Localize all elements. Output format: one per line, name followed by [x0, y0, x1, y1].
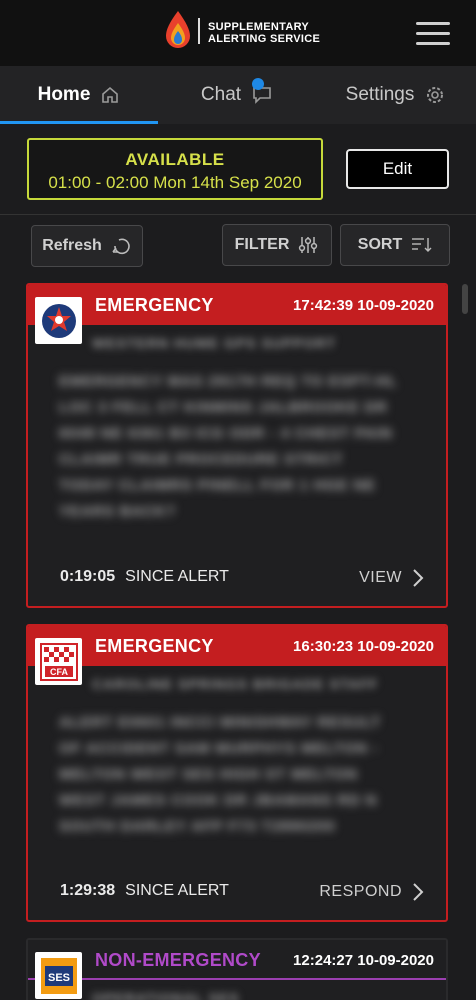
logo-divider	[198, 18, 200, 44]
filter-label: FILTER	[234, 236, 290, 253]
app-header: SUPPLEMENTARY ALERTING SERVICE	[0, 0, 476, 66]
brand-line-2: ALERTING SERVICE	[208, 33, 321, 45]
brand-line-1: SUPPLEMENTARY	[208, 21, 310, 33]
sort-button[interactable]: SORT	[340, 224, 450, 266]
ses-badge-text: SES	[47, 972, 69, 984]
tab-settings-label: Settings	[345, 84, 415, 105]
since-alert-time: 1:29:38	[60, 882, 116, 899]
since-alert: 1:29:38 SINCE ALERT	[60, 882, 229, 900]
alert-card[interactable]: SES NON-EMERGENCY 12:24:27 10-09-2020 OP…	[26, 938, 448, 1000]
availability-status-box: AVAILABLE 01:00 - 02:00 Mon 14th Sep 202…	[27, 138, 323, 200]
tab-bar: Home Chat Settings	[0, 66, 476, 124]
alert-timestamp: 12:24:27 10-09-2020	[293, 952, 434, 969]
refresh-label: Refresh	[42, 237, 102, 254]
respond-button[interactable]: RESPOND	[319, 882, 424, 902]
since-alert: 0:19:05 SINCE ALERT	[60, 568, 229, 586]
scrollbar-thumb[interactable]	[462, 284, 468, 314]
availability-window: 01:00 - 02:00 Mon 14th Sep 2020	[48, 173, 302, 192]
home-icon	[102, 86, 119, 103]
chat-notification-dot	[252, 78, 264, 90]
refresh-icon	[112, 238, 130, 255]
cfa-badge-text: CFA	[50, 667, 69, 677]
refresh-button[interactable]: Refresh	[31, 225, 143, 267]
view-label: VIEW	[359, 569, 402, 586]
alert-card[interactable]: CFA EMERGENCY 16:30:23 10-09-2020 CAROLI…	[26, 624, 448, 922]
ses-badge-icon: SES	[35, 952, 82, 999]
since-alert-label: SINCE ALERT	[125, 568, 229, 585]
tab-home[interactable]: Home	[0, 66, 158, 124]
divider	[0, 214, 476, 215]
filter-button[interactable]: FILTER	[222, 224, 332, 266]
chevron-right-icon	[413, 569, 424, 587]
alert-type: EMERGENCY	[95, 636, 214, 656]
sort-icon	[412, 238, 432, 252]
respond-label: RESPOND	[319, 883, 402, 900]
alert-message: ALERT E0601 INCCI MINISHWAY RESULT OF AC…	[59, 714, 381, 835]
alert-timestamp: 17:42:39 10-09-2020	[293, 297, 434, 314]
alert-type: NON-EMERGENCY	[95, 950, 261, 970]
edit-availability-button[interactable]: Edit	[346, 149, 449, 189]
tab-home-label: Home	[37, 84, 91, 105]
alert-message: EMERGENCY MAS 2917H REQ TO ESPT-HL LOC 3…	[59, 373, 398, 520]
alert-type: EMERGENCY	[95, 295, 214, 315]
view-button[interactable]: VIEW	[359, 568, 424, 588]
app-logo-icon	[166, 11, 190, 48]
since-alert-time: 0:19:05	[60, 568, 116, 585]
alert-subtitle: OPERATIONAL SES	[92, 990, 240, 1000]
gear-icon	[427, 87, 444, 103]
hamburger-menu-icon[interactable]	[416, 22, 450, 46]
cfa-badge-icon: CFA	[35, 638, 82, 685]
chevron-right-icon	[413, 883, 424, 901]
alert-timestamp: 16:30:23 10-09-2020	[293, 638, 434, 655]
ambulance-badge-icon	[35, 297, 82, 344]
tab-settings[interactable]: Settings	[316, 66, 476, 124]
since-alert-label: SINCE ALERT	[125, 882, 229, 899]
tab-chat[interactable]: Chat	[158, 66, 316, 124]
availability-status: AVAILABLE	[125, 150, 225, 169]
alert-subtitle: CAROLINE SPRINGS BRIGADE STAFF	[92, 676, 379, 692]
app-brand: SUPPLEMENTARY ALERTING SERVICE	[208, 21, 320, 45]
alert-card[interactable]: EMERGENCY 17:42:39 10-09-2020 WESTERN HU…	[26, 283, 448, 608]
alert-subtitle: WESTERN HUME GPS SUPPORT	[92, 335, 337, 351]
sort-label: SORT	[357, 236, 403, 253]
filter-sliders-icon	[299, 237, 318, 253]
tab-chat-label: Chat	[200, 84, 242, 105]
